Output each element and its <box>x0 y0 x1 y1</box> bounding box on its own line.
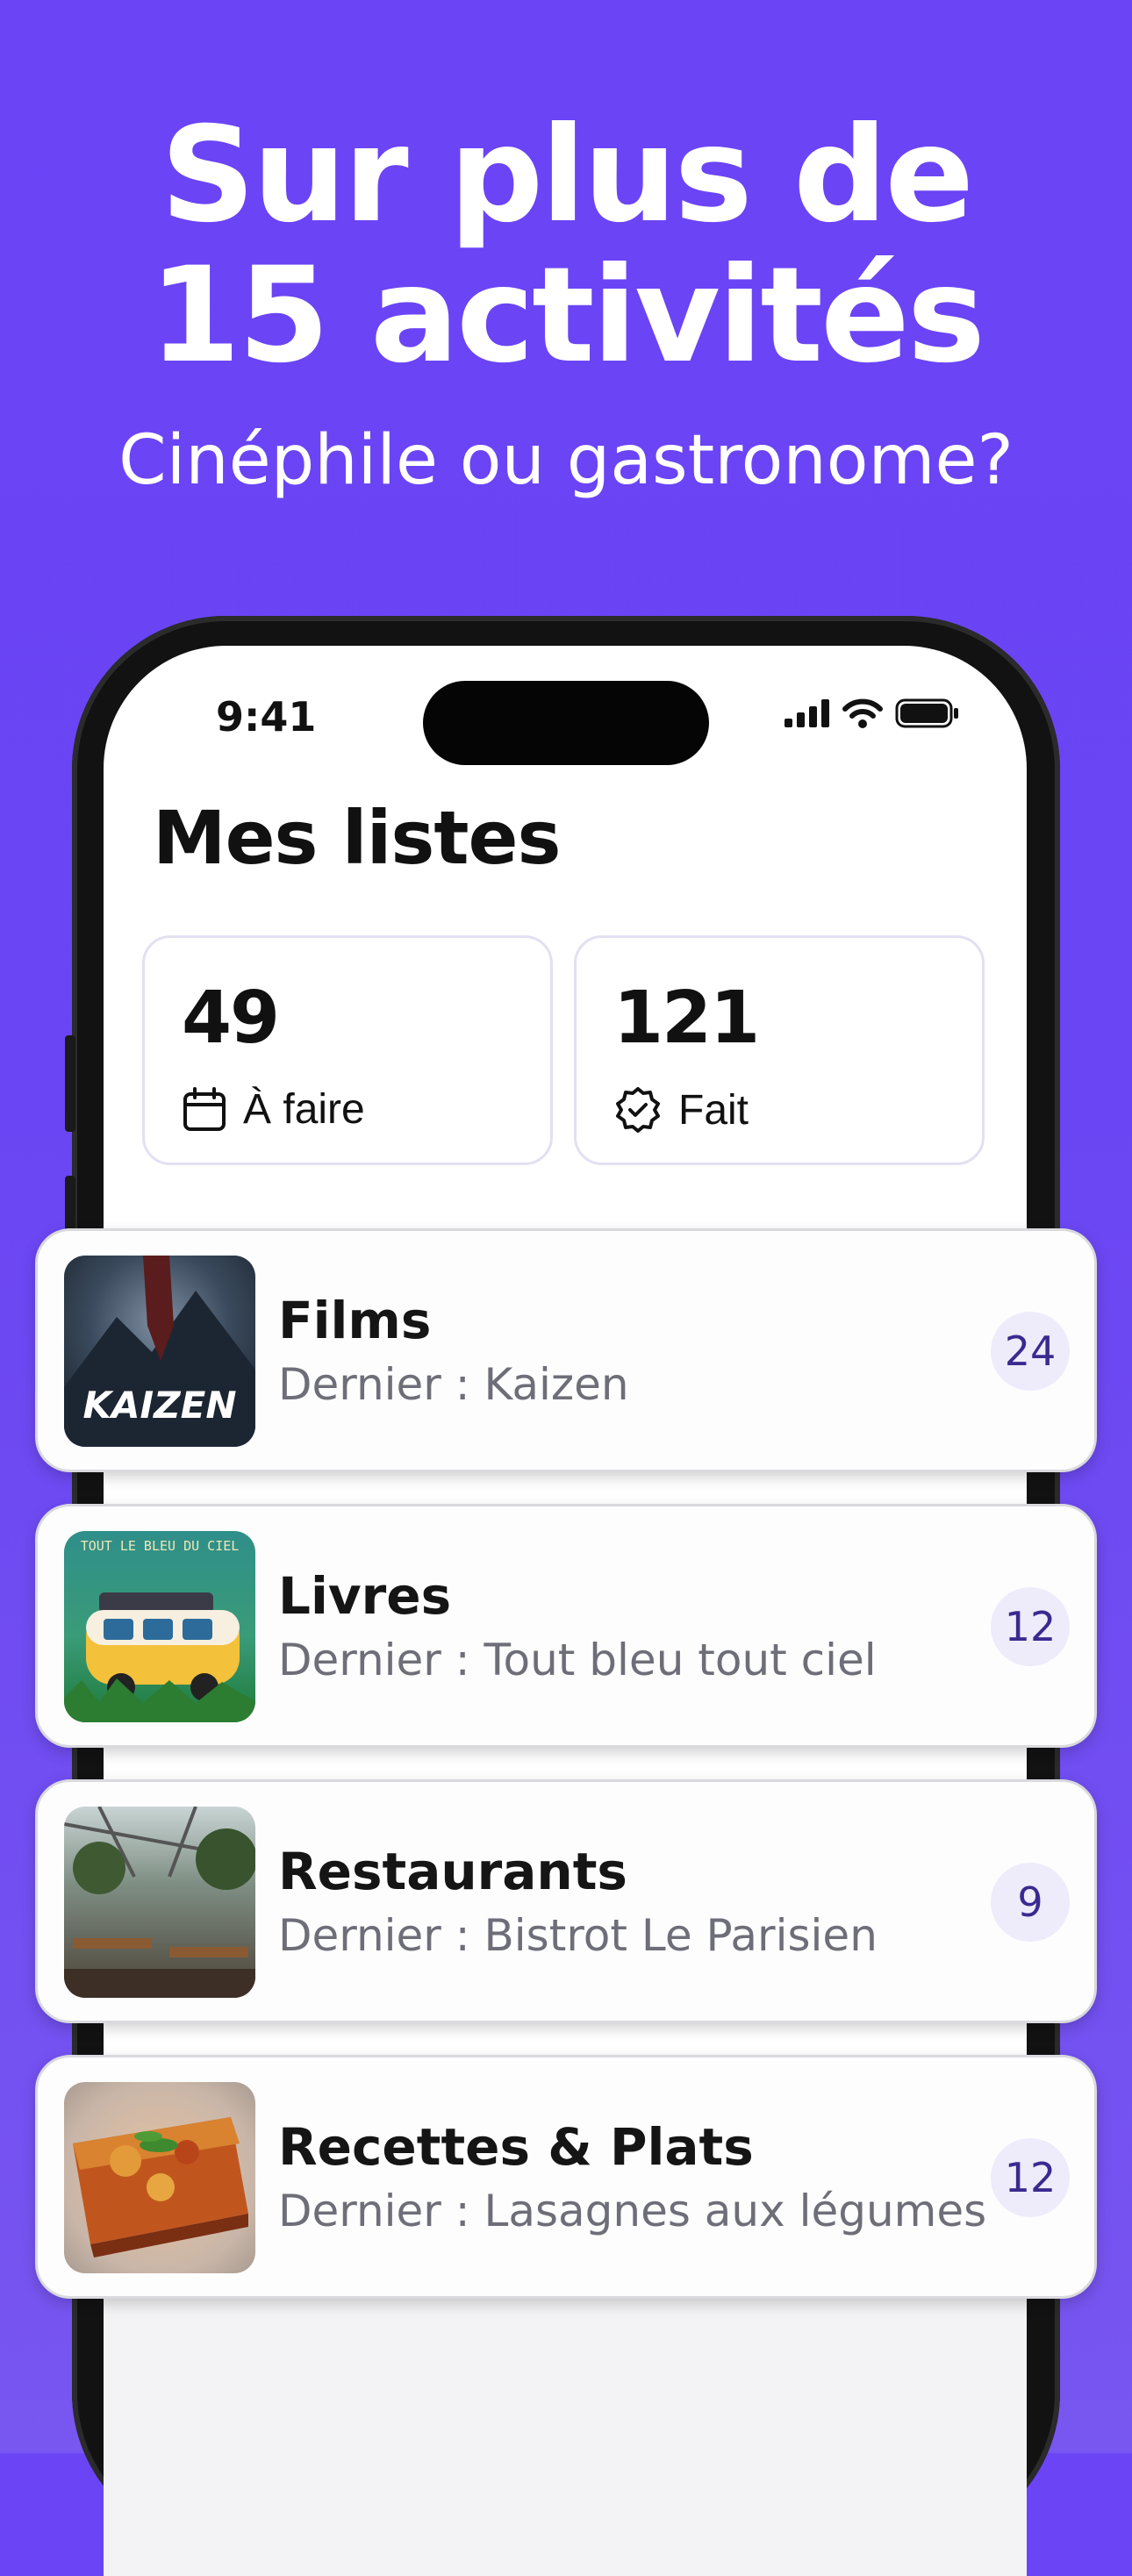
check-badge-icon <box>616 1087 660 1133</box>
count-badge: 24 <box>991 1312 1070 1391</box>
list-item-books[interactable]: TOUT LE BLEU DU CIEL Livres Dernier : To… <box>35 1504 1097 1748</box>
list-subtitle: Dernier : Lasagnes aux légumes <box>278 2186 987 2236</box>
headline-line-2: 15 activités <box>148 240 985 392</box>
count-badge: 9 <box>991 1863 1070 1942</box>
status-icons <box>785 698 960 728</box>
stat-label-row: À faire <box>182 1085 365 1134</box>
restaurants-thumbnail <box>64 1807 255 1998</box>
stat-label: Fait <box>678 1086 749 1134</box>
stat-label-row: Fait <box>613 1085 749 1134</box>
list-subtitle: Dernier : Tout bleu tout ciel <box>278 1635 877 1685</box>
list-item-restaurants[interactable]: Restaurants Dernier : Bistrot Le Parisie… <box>35 1779 1097 2023</box>
dynamic-island <box>423 681 709 765</box>
stat-card-todo[interactable]: 49 À faire <box>142 935 553 1165</box>
page-title: Mes listes <box>153 795 562 881</box>
restaurant-photo-image <box>64 1807 255 1998</box>
headline-line-1: Sur plus de <box>160 99 974 252</box>
books-thumbnail: TOUT LE BLEU DU CIEL <box>64 1531 255 1722</box>
phone-side-button <box>65 1035 75 1132</box>
films-thumbnail: KAIZEN <box>64 1256 255 1447</box>
list-title: Restaurants <box>278 1842 627 1901</box>
battery-icon <box>895 698 958 728</box>
recipes-thumbnail <box>64 2082 255 2273</box>
movie-poster-image: KAIZEN <box>64 1256 255 1447</box>
count-badge: 12 <box>991 2138 1070 2217</box>
list-title: Recettes & Plats <box>278 2117 754 2177</box>
book-cover-image: TOUT LE BLEU DU CIEL <box>64 1538 255 1722</box>
list-subtitle: Dernier : Bistrot Le Parisien <box>278 1910 878 1961</box>
list-title: Films <box>278 1291 432 1350</box>
list-subtitle: Dernier : Kaizen <box>278 1359 629 1410</box>
stat-label: À faire <box>243 1086 365 1133</box>
stat-card-done[interactable]: 121 Fait <box>574 935 985 1165</box>
list-item-recipes[interactable]: Recettes & Plats Dernier : Lasagnes aux … <box>35 2055 1097 2299</box>
list-item-films[interactable]: KAIZEN Films Dernier : Kaizen 24 <box>35 1228 1097 1472</box>
promo-subheadline: Cinéphile ou gastronome? <box>118 421 1014 500</box>
stat-value: 49 <box>182 977 280 1060</box>
stat-value: 121 <box>613 977 760 1060</box>
cover-title-text: TOUT LE BLEU DU CIEL <box>81 1538 240 1554</box>
status-time: 9:41 <box>216 693 317 741</box>
promo-headline: Sur plus de 15 activités <box>0 105 1132 386</box>
cellular-signal-icon <box>785 699 829 727</box>
lasagna-photo-image <box>73 2117 248 2258</box>
poster-title-text: KAIZEN <box>83 1384 237 1427</box>
wifi-icon <box>842 698 883 728</box>
list-title: Livres <box>278 1566 452 1626</box>
calendar-icon <box>183 1086 226 1131</box>
count-badge: 12 <box>991 1587 1070 1666</box>
